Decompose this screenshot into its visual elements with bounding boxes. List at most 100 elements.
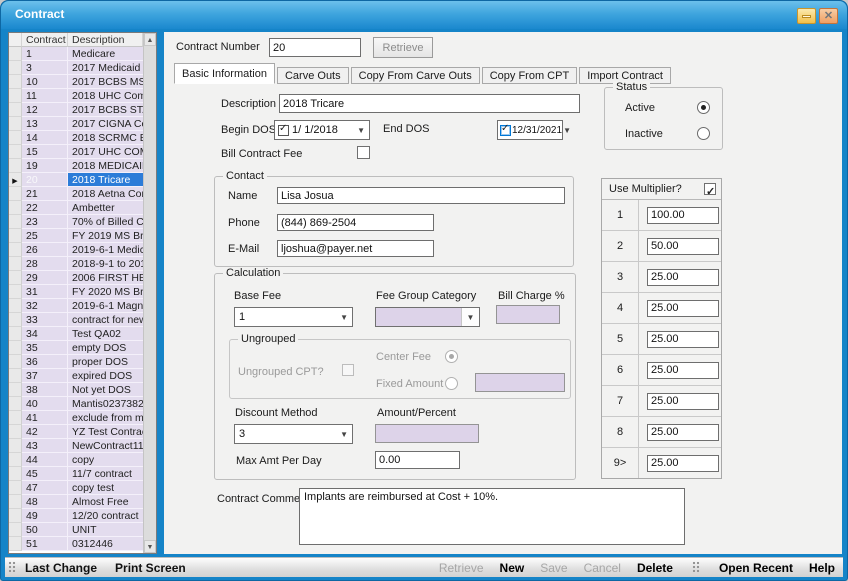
contract-cell[interactable]: 15	[22, 145, 68, 159]
description-cell[interactable]: UNIT	[68, 523, 143, 537]
description-cell[interactable]: Almost Free	[68, 495, 143, 509]
description-cell[interactable]: 2017 Medicaid	[68, 61, 143, 75]
contract-number-input[interactable]	[269, 38, 361, 57]
description-cell[interactable]: 2018 UHC Comme	[68, 89, 143, 103]
row-selector[interactable]	[9, 509, 22, 523]
contract-cell[interactable]: 31	[22, 285, 68, 299]
contract-cell[interactable]: 32	[22, 299, 68, 313]
table-row[interactable]: 40Mantis0237382Te	[9, 397, 143, 411]
tab-copy-from-cpt[interactable]: Copy From CPT	[482, 67, 577, 84]
row-selector[interactable]	[9, 439, 22, 453]
toolbar-grip-icon[interactable]	[8, 561, 16, 574]
contract-cell[interactable]: 42	[22, 425, 68, 439]
description-cell[interactable]: Ambetter	[68, 201, 143, 215]
description-cell[interactable]: 2018 Tricare	[68, 173, 143, 187]
status-active-radio[interactable]	[697, 101, 710, 114]
table-row[interactable]: 212018 Aetna Comm	[9, 187, 143, 201]
contract-cell[interactable]: 26	[22, 243, 68, 257]
row-selector[interactable]	[9, 495, 22, 509]
contract-cell[interactable]: 48	[22, 495, 68, 509]
row-selector[interactable]	[9, 229, 22, 243]
contract-cell[interactable]: 43	[22, 439, 68, 453]
row-selector[interactable]	[9, 61, 22, 75]
table-row[interactable]: 43NewContract11-6	[9, 439, 143, 453]
contract-cell[interactable]: 51	[22, 537, 68, 551]
multiplier-value-input[interactable]	[647, 424, 719, 441]
row-selector[interactable]	[9, 215, 22, 229]
table-row[interactable]: 122017 BCBS STAT	[9, 103, 143, 117]
discount-method-combo[interactable]: 3 ▼	[234, 424, 353, 444]
table-row[interactable]: 25FY 2019 MS Breas	[9, 229, 143, 243]
row-selector[interactable]	[9, 397, 22, 411]
multiplier-value-input[interactable]	[647, 300, 719, 317]
contract-cell[interactable]: 38	[22, 383, 68, 397]
description-cell[interactable]: exclude from max	[68, 411, 143, 425]
row-selector[interactable]	[9, 341, 22, 355]
multiplier-value-input[interactable]	[647, 362, 719, 379]
table-row[interactable]: ▶202018 Tricare	[9, 173, 143, 187]
print-screen-button[interactable]: Print Screen	[115, 561, 186, 575]
help-button[interactable]: Help	[809, 561, 835, 575]
contract-column-header[interactable]: Contract	[22, 33, 68, 47]
description-column-header[interactable]: Description	[68, 33, 143, 47]
contract-cell[interactable]: 21	[22, 187, 68, 201]
row-selector[interactable]	[9, 299, 22, 313]
description-cell[interactable]: FY 2019 MS Breas	[68, 229, 143, 243]
row-selector[interactable]	[9, 201, 22, 215]
chevron-down-icon[interactable]: ▼	[357, 126, 369, 135]
description-cell[interactable]: 2018-9-1 to 2019-	[68, 257, 143, 271]
description-input[interactable]	[279, 94, 580, 113]
row-selector[interactable]	[9, 313, 22, 327]
tab-copy-from-carve-outs[interactable]: Copy From Carve Outs	[351, 67, 480, 84]
table-row[interactable]: 142018 SCRMC Emp	[9, 131, 143, 145]
end-dos-checkbox[interactable]	[500, 125, 511, 136]
scroll-down-icon[interactable]: ▼	[144, 540, 156, 553]
multiplier-value-input[interactable]	[647, 393, 719, 410]
contract-cell[interactable]: 35	[22, 341, 68, 355]
table-row[interactable]: 132017 CIGNA Comm	[9, 117, 143, 131]
contract-cell[interactable]: 37	[22, 369, 68, 383]
contract-cell[interactable]: 23	[22, 215, 68, 229]
table-row[interactable]: 48Almost Free	[9, 495, 143, 509]
row-selector[interactable]	[9, 159, 22, 173]
table-row[interactable]: 47copy test	[9, 481, 143, 495]
table-row[interactable]: 37expired DOS	[9, 369, 143, 383]
end-dos-picker[interactable]: 12/31/2021 ▼	[497, 120, 563, 140]
contract-cell[interactable]: 19	[22, 159, 68, 173]
amount-percent-input[interactable]	[375, 424, 479, 443]
description-cell[interactable]: 70% of Billed Char	[68, 215, 143, 229]
description-cell[interactable]: proper DOS	[68, 355, 143, 369]
contract-cell[interactable]: 14	[22, 131, 68, 145]
row-selector[interactable]	[9, 145, 22, 159]
description-cell[interactable]: Medicare	[68, 47, 143, 61]
description-cell[interactable]: 2018 SCRMC Emp	[68, 131, 143, 145]
bill-contract-fee-checkbox[interactable]	[357, 146, 370, 159]
table-row[interactable]: 34Test QA02	[9, 327, 143, 341]
contract-cell[interactable]: 13	[22, 117, 68, 131]
table-row[interactable]: 22Ambetter	[9, 201, 143, 215]
row-selector[interactable]	[9, 383, 22, 397]
description-cell[interactable]: FY 2020 MS Breas	[68, 285, 143, 299]
description-cell[interactable]: 2019-6-1 Medicaid	[68, 243, 143, 257]
contract-cell[interactable]: 20	[22, 173, 68, 187]
table-row[interactable]: 41exclude from max	[9, 411, 143, 425]
row-selector[interactable]	[9, 537, 22, 551]
table-row[interactable]: 33contract for new d	[9, 313, 143, 327]
bill-charge-input[interactable]	[496, 305, 560, 324]
table-row[interactable]: 510312446	[9, 537, 143, 551]
contract-cell[interactable]: 10	[22, 75, 68, 89]
table-row[interactable]: 4511/7 contract	[9, 467, 143, 481]
base-fee-combo[interactable]: 1 ▼	[234, 307, 353, 327]
titlebar[interactable]: Contract ✕	[1, 1, 847, 29]
description-cell[interactable]: 2017 UHC COMM	[68, 145, 143, 159]
row-selector[interactable]	[9, 355, 22, 369]
contract-cell[interactable]: 28	[22, 257, 68, 271]
contract-cell[interactable]: 12	[22, 103, 68, 117]
contract-cell[interactable]: 25	[22, 229, 68, 243]
begin-dos-checkbox[interactable]	[278, 125, 289, 136]
contact-email-input[interactable]	[277, 240, 434, 257]
description-cell[interactable]: 11/7 contract	[68, 467, 143, 481]
description-cell[interactable]: YZ Test Contract	[68, 425, 143, 439]
table-row[interactable]: 4912/20 contract	[9, 509, 143, 523]
description-cell[interactable]: NewContract11-6	[68, 439, 143, 453]
